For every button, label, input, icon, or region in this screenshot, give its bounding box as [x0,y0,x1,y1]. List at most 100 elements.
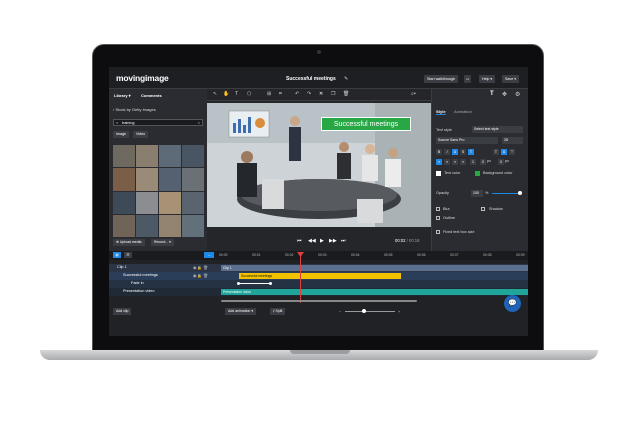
row-controls-icon[interactable]: ◉ 🔒 🗑 [193,273,208,278]
start-walkthrough-button[interactable]: Start walkthrough [424,75,458,83]
letter-spacing-value[interactable]: 0 [480,159,486,165]
align-icon[interactable]: ⊞ [267,91,271,97]
select-tool-icon[interactable]: ↖ [213,91,217,97]
media-thumbnail[interactable] [159,214,181,237]
justify-icon[interactable]: ≡ [460,159,466,165]
media-thumbnail[interactable] [136,168,158,191]
tab-style[interactable]: Style [436,109,446,115]
opacity-slider-handle[interactable] [518,191,522,195]
upload-media-button[interactable]: ⊕ Upload media [113,239,145,246]
background-color-swatch[interactable] [475,171,480,176]
play-icon[interactable]: ▶ [320,238,324,244]
cut-icon[interactable]: ✕ [319,91,323,97]
grid-view-icon[interactable]: ▦ [113,252,121,258]
video-bar[interactable]: Presentation video [221,289,528,295]
help-button[interactable]: Help ▾ [479,75,496,83]
media-thumbnail[interactable] [113,214,135,237]
zoom-icon[interactable]: ⌕▾ [411,91,416,97]
zoom-slider-handle[interactable] [362,309,366,313]
add-clip-button[interactable]: Add clip [113,308,132,315]
media-thumbnail[interactable] [136,214,158,237]
row-controls-icon[interactable]: ◉ 🔒 🗑 [193,265,208,270]
media-thumbnail[interactable] [182,191,204,214]
preview-icon[interactable]: ▭ [464,75,472,83]
shape-tool-icon[interactable]: ⬠ [247,91,251,97]
media-thumbnail[interactable] [136,191,158,214]
undo-icon[interactable]: ↶ [295,91,299,97]
settings-gear-icon[interactable]: ⚙ [515,91,520,98]
blur-checkbox[interactable] [436,207,440,211]
clip-bar[interactable]: Clip 1 [221,265,528,271]
save-button[interactable]: Save ▾ [502,75,519,83]
media-thumbnail[interactable] [113,145,135,168]
timeline-row-animation[interactable] [109,280,528,288]
media-thumbnail[interactable] [159,191,181,214]
opacity-slider[interactable] [492,193,520,194]
edit-title-icon[interactable]: ✎ [344,76,348,82]
delete-icon[interactable]: 🗑 [343,91,349,97]
breadcrumb[interactable]: ‹ Stock by Getty Images [113,107,156,112]
filter-image-button[interactable]: Image [113,131,129,138]
align-center-icon[interactable]: ≡ [444,159,450,165]
media-thumbnail[interactable] [182,214,204,237]
media-thumbnail[interactable] [182,168,204,191]
media-thumbnail[interactable] [159,145,181,168]
filter-video-button[interactable]: Video [133,131,149,138]
align-right-icon[interactable]: ≡ [452,159,458,165]
list-view-icon[interactable]: ☰ [124,252,132,258]
fixed-text-box-checkbox[interactable] [436,230,440,234]
add-animation-button[interactable]: Add animation ▾ [225,308,257,315]
underline-button[interactable]: U [452,149,458,155]
split-button[interactable]: ⫽ Split [270,308,286,315]
uppercase-button[interactable]: T [468,149,474,155]
title-text-overlay[interactable]: Successful meetings [321,117,411,131]
line-height-value[interactable]: 1 [470,159,476,165]
zoom-slider[interactable] [345,311,395,312]
title-bar[interactable]: Successful meetings [239,273,401,279]
crop-icon[interactable]: ⌗ [279,91,282,97]
zoom-out-icon[interactable]: − [339,309,341,314]
tab-animation[interactable]: Animation [454,109,472,114]
strike-button[interactable]: S [460,149,466,155]
zoom-in-icon[interactable]: + [398,309,400,314]
italic-button[interactable]: I [444,149,450,155]
media-thumbnail[interactable] [113,191,135,214]
font-size-select[interactable]: 28 [502,137,523,144]
text-properties-icon[interactable]: T [490,91,494,97]
fade-in-bar[interactable] [238,283,270,284]
skip-back-icon[interactable]: ⏮ [297,238,302,244]
chat-support-icon[interactable]: 💬 [504,295,521,312]
fast-forward-icon[interactable]: ▶▶ [329,238,337,244]
media-thumbnail[interactable] [159,168,181,191]
text-case-button[interactable]: T [493,149,499,155]
timeline-scrollbar[interactable] [221,300,417,302]
rewind-icon[interactable]: ◀◀ [308,238,316,244]
transform-icon[interactable]: ✥ [502,91,507,98]
skip-forward-icon[interactable]: ⏭ [341,238,346,244]
text-style-select[interactable]: Select text style [472,126,523,133]
search-input[interactable]: ⌕ training × [113,119,203,126]
keyframe-start[interactable] [237,282,240,285]
tab-comments[interactable]: Comments [141,93,162,98]
shadow-checkbox[interactable] [481,207,485,211]
hand-tool-icon[interactable]: ✋ [223,91,229,97]
align-top-button[interactable]: A [501,149,507,155]
redo-icon[interactable]: ↷ [307,91,311,97]
font-family-select[interactable]: Source Sans Pro [436,137,498,144]
padding-value[interactable]: 0 [498,159,504,165]
record-button[interactable]: Record... ▾ [151,239,174,246]
outline-checkbox[interactable] [436,216,440,220]
playhead[interactable] [300,253,301,303]
keyframe-end[interactable] [269,282,272,285]
text-tool-icon[interactable]: T [235,91,238,97]
align-middle-button[interactable]: ⊤ [509,149,515,155]
fit-timeline-icon[interactable]: ↔ [204,252,214,258]
text-color-swatch[interactable] [436,171,441,176]
copy-icon[interactable]: ❐ [331,91,335,97]
bold-button[interactable]: B [436,149,442,155]
tab-library[interactable]: Library ▾ [114,93,131,98]
media-thumbnail[interactable] [113,168,135,191]
clear-search-icon[interactable]: × [198,120,200,125]
opacity-input[interactable]: 100 [471,190,483,197]
media-thumbnail[interactable] [182,145,204,168]
